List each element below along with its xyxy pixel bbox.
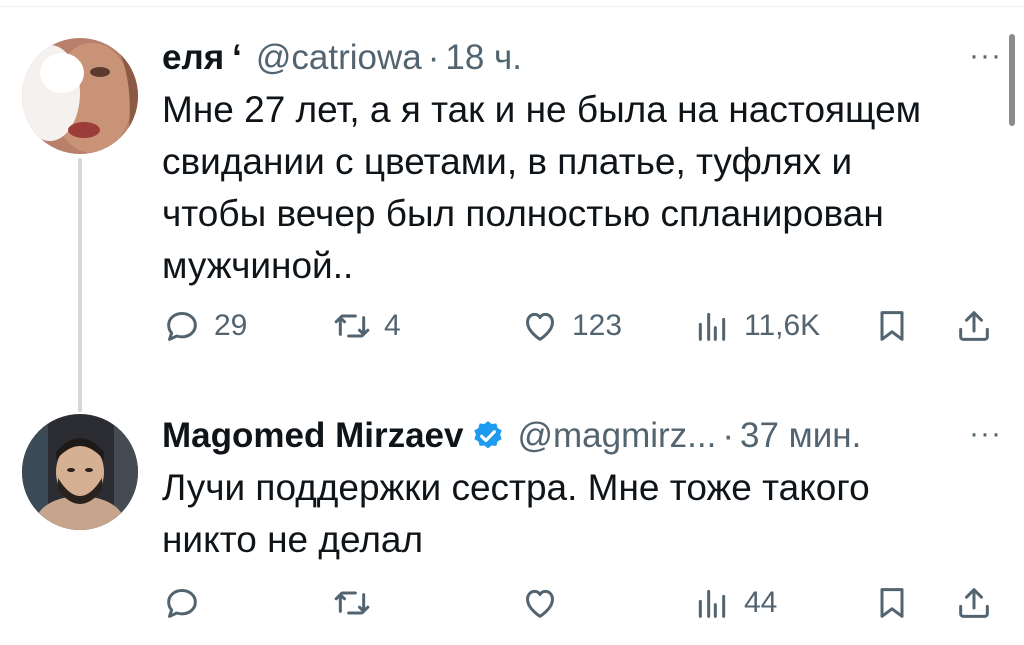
tweet-actions: 29 4 123 11,6K [162, 306, 1002, 346]
retweet-button[interactable] [332, 583, 372, 623]
author-name-suffix: ‘ [232, 38, 242, 77]
bookmark-button[interactable] [872, 306, 912, 346]
author-handle[interactable]: @catriowa [256, 38, 422, 78]
like-button[interactable] [520, 583, 560, 623]
reply-button[interactable] [162, 583, 202, 623]
tweet-text: Лучи поддержки сестра. Мне тоже такого н… [162, 462, 982, 566]
bookmark-icon [880, 588, 904, 618]
retweet-button[interactable]: 4 [332, 306, 401, 346]
tweet-header: Magomed Mirzaev @magmirz... · 37 мин. [162, 416, 861, 456]
tweet-text-line: Лучи поддержки сестра. Мне тоже такого [162, 467, 870, 508]
more-icon[interactable]: ··· [969, 419, 1002, 449]
tweet[interactable]: Magomed Mirzaev @magmirz... · 37 мин. ··… [0, 400, 1024, 645]
tweet-actions: 44 [162, 583, 1002, 623]
views-icon [698, 312, 726, 341]
like-icon [526, 589, 554, 618]
avatar[interactable] [22, 38, 138, 154]
views-button[interactable]: 44 [692, 583, 777, 623]
reply-button[interactable]: 29 [162, 306, 247, 346]
more-icon[interactable]: ··· [969, 41, 1002, 71]
avatar-image [22, 414, 138, 530]
tweet-text-line: мужчиной.. [162, 245, 354, 286]
bookmark-icon [880, 311, 904, 341]
like-button[interactable]: 123 [520, 306, 622, 346]
share-button[interactable] [954, 583, 994, 623]
share-icon [959, 588, 989, 618]
separator: · [427, 38, 440, 77]
retweet-icon [334, 314, 370, 338]
timestamp[interactable]: 37 мин. [740, 416, 861, 456]
avatar[interactable] [22, 414, 138, 530]
reply-icon [167, 589, 197, 618]
tweet[interactable]: еля ‘ @catriowa · 18 ч. ··· Мне 27 лет, … [0, 0, 1024, 400]
separator: · [722, 416, 734, 455]
tweet-header: еля ‘ @catriowa · 18 ч. [162, 38, 522, 78]
tweet-text-line: свидании с цветами, в платье, туфлях и [162, 141, 853, 182]
author-name[interactable]: Magomed Mirzaev [162, 416, 463, 456]
bookmark-button[interactable] [872, 583, 912, 623]
tweet-text: Мне 27 лет, а я так и не была на настоящ… [162, 84, 982, 292]
share-button[interactable] [954, 306, 994, 346]
author-name[interactable]: еля [162, 38, 224, 78]
views-count: 11,6K [744, 309, 821, 342]
tweet-text-line: никто не делал [162, 519, 424, 560]
reply-count: 29 [214, 309, 248, 342]
verified-icon [474, 421, 503, 449]
views-icon [698, 589, 726, 618]
retweet-icon [334, 591, 370, 615]
author-handle[interactable]: @magmirz... [517, 416, 716, 456]
timestamp[interactable]: 18 ч. [445, 38, 522, 78]
tweet-text-line: Мне 27 лет, а я так и не была на настоящ… [162, 89, 922, 130]
like-count: 123 [572, 309, 623, 342]
reply-icon [167, 312, 197, 341]
like-icon [526, 312, 554, 341]
retweet-count: 4 [384, 309, 401, 342]
tweet-text-line: чтобы вечер был полностью спланирован [162, 193, 884, 234]
share-icon [959, 311, 989, 341]
avatar-image [22, 38, 138, 154]
views-button[interactable]: 11,6K [692, 306, 820, 346]
views-count: 44 [744, 586, 778, 619]
